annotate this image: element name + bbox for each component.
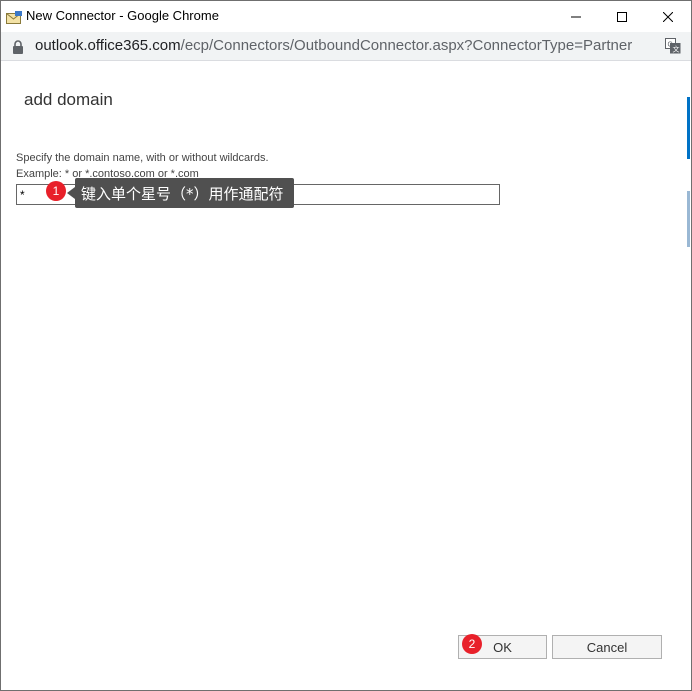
maximize-icon bbox=[617, 7, 627, 26]
maximize-button[interactable] bbox=[599, 1, 645, 32]
page-scroll-accent-light bbox=[687, 191, 690, 247]
url-host: outlook.office365.com bbox=[35, 37, 181, 54]
address-bar[interactable]: outlook.office365.com/ecp/Connectors/Out… bbox=[1, 32, 691, 61]
envelope-app-icon bbox=[6, 9, 22, 24]
page-scroll-accent bbox=[687, 97, 690, 159]
dialog-title: add domain bbox=[24, 90, 113, 109]
close-icon bbox=[662, 7, 674, 26]
url-text[interactable]: outlook.office365.com/ecp/Connectors/Out… bbox=[35, 37, 632, 54]
callout-arrow bbox=[67, 187, 75, 199]
url-path: /ecp/Connectors/OutboundConnector.aspx?C… bbox=[180, 37, 633, 54]
window-title: New Connector - Google Chrome bbox=[26, 8, 219, 23]
cancel-button[interactable]: Cancel bbox=[552, 635, 662, 659]
step-badge-2: 2 bbox=[462, 634, 482, 654]
translate-icon[interactable]: G 文 bbox=[665, 38, 681, 54]
close-button[interactable] bbox=[645, 1, 691, 32]
browser-window: New Connector - Google Chrome outlook.of… bbox=[0, 0, 692, 691]
callout-tooltip: 键入单个星号（*）用作通配符 bbox=[75, 178, 294, 208]
minimize-icon bbox=[571, 7, 581, 26]
minimize-button[interactable] bbox=[553, 1, 599, 32]
instruction-line-1: Specify the domain name, with or without… bbox=[16, 152, 269, 164]
title-bar: New Connector - Google Chrome bbox=[1, 1, 691, 32]
svg-text:文: 文 bbox=[673, 45, 680, 54]
step-badge-1: 1 bbox=[46, 181, 66, 201]
lock-icon[interactable] bbox=[12, 39, 24, 54]
